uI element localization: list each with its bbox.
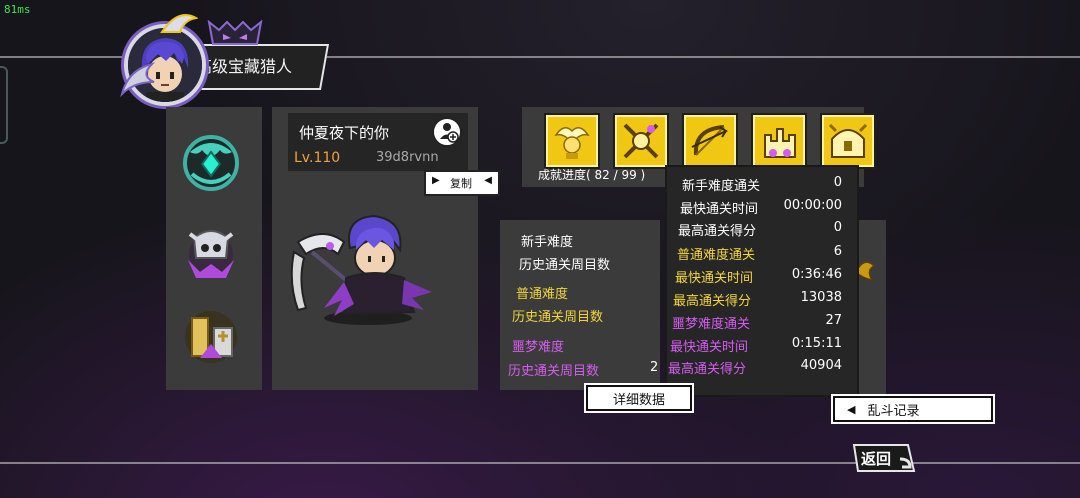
novice-runs-label: 历史通关周目数 [519,258,611,273]
caret-left-icon: ◀ [484,175,492,186]
achievement-progress: 成就进度( 82 / 99 ) [538,168,646,182]
detail-row-label: 普通难度通关 [677,248,756,263]
player-level: Lv.110 [294,150,341,166]
caret-left-icon: ◀ [847,402,856,416]
detail-row-label: 最快通关时间 [675,271,754,286]
nightmare-runs-label: 历史通关周目数 [508,364,600,379]
detail-row-label: 新手难度通关 [682,179,761,194]
detail-row-label: 最高通关得分 [673,294,752,309]
detail-row-value: 0:15:11 [791,336,842,351]
copy-button-label: 复制 [450,177,472,190]
player-name: 仲夏夜下的你 [299,124,390,142]
detail-row-value: 00:00:00 [783,198,842,213]
achievement-badge-5[interactable] [822,115,874,167]
achievement-badge-1[interactable] [546,115,598,167]
character-sprite [290,214,432,325]
detail-row-label: 最快通关时间 [670,340,749,355]
caret-right-icon: ▶ [432,175,440,186]
detail-row-value: 40904 [800,358,842,373]
detail-row-label: 最快通关时间 [680,202,759,217]
detail-row-label: 噩梦难度通关 [672,317,751,332]
achievement-badge-4[interactable] [753,115,805,167]
detail-data-button[interactable]: 详细数据 [586,385,692,411]
detail-row-value: 0 [833,220,842,235]
ping-readout: 81ms [4,3,31,16]
detail-row-label: 最高通关得分 [678,224,757,239]
brawl-record-label: 乱斗记录 [867,403,920,419]
detail-row-value: 27 [825,313,842,328]
back-button-label: 返回 [861,450,892,468]
crossed-swords-icon [623,123,659,159]
normal-runs-label: 历史通关周目数 [512,310,604,325]
detail-row-value: 13038 [800,290,842,305]
achievement-badge-2[interactable] [615,115,667,167]
detail-row-value: 0:36:46 [791,267,842,282]
achievement-badge-3[interactable] [684,115,736,167]
nightmare-difficulty-title: 噩梦难度 [512,340,565,355]
bow-arrow-icon [691,125,729,156]
side-drawer-tab[interactable] [0,66,8,144]
add-friend-icon[interactable] [431,116,463,148]
rank-badge-icon [207,20,263,45]
bottom-divider [0,462,1080,464]
detail-row-value: 0 [833,175,842,190]
normal-difficulty-title: 普通难度 [516,287,569,302]
player-uid: 39d8rvnn [376,150,439,165]
brawl-record-button[interactable]: ◀ 乱斗记录 [833,396,993,422]
gold-armor-medal-icon[interactable] [180,306,242,368]
detail-row-label: 最高通关得分 [668,362,747,377]
nightmare-runs-value: 2 [650,360,659,375]
detail-row-value: 6 [833,244,842,259]
angel-trophy-icon [554,127,590,159]
chest-emblem-icon [828,123,868,158]
emerald-medal-icon[interactable] [180,132,242,194]
wing-ornament-icon [120,62,156,98]
copy-uid-button[interactable]: ▶ 复制 ◀ [424,170,500,196]
novice-difficulty-title: 新手难度 [521,235,574,250]
castle-gem-icon [764,128,796,158]
skull-medal-icon[interactable] [180,220,242,282]
crest-ornament-icon [160,14,198,33]
detail-data-label: 详细数据 [612,392,665,408]
player-title: 高级宝藏猎人 [196,57,293,76]
